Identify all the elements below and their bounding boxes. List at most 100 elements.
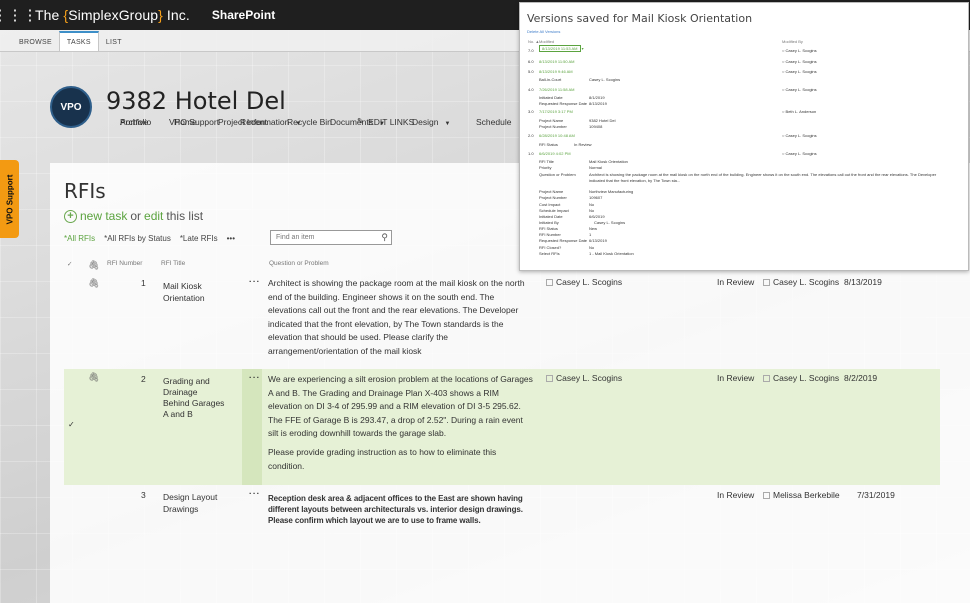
field-value: 109408 bbox=[589, 124, 603, 129]
field-label: RFI Title bbox=[539, 159, 554, 164]
initiated-by[interactable]: Casey L. Scogins bbox=[763, 277, 839, 287]
assigned-to[interactable]: Casey L. Scogins bbox=[546, 277, 622, 287]
edit-list-link[interactable]: edit bbox=[144, 209, 163, 223]
rfi-date: 7/31/2019 bbox=[857, 490, 895, 500]
rfi-title[interactable]: Mail Kiosk Orientation bbox=[163, 280, 205, 304]
field-label: Project Name bbox=[539, 118, 564, 123]
site-title[interactable]: 9382 Hotel Del bbox=[106, 87, 286, 115]
rfi-title[interactable]: Grading and Drainage Behind Garages A an… bbox=[163, 376, 224, 420]
tab-browse[interactable]: BROWSE bbox=[12, 33, 59, 51]
version-number: 7.0 bbox=[528, 48, 534, 53]
version-link[interactable]: 8/13/2019 9:46 AM bbox=[539, 69, 573, 74]
field-label: RFI Closed? bbox=[539, 245, 562, 250]
row-checkmark-icon[interactable]: ✓ bbox=[68, 420, 75, 429]
presence-icon bbox=[763, 492, 770, 499]
question-text: Architect is showing the package room at… bbox=[268, 277, 533, 359]
delete-all-versions-link[interactable]: Delete All Versions bbox=[527, 29, 560, 34]
item-menu-button[interactable]: ··· bbox=[249, 276, 261, 286]
new-task-link[interactable]: new task bbox=[80, 209, 127, 223]
attachment-header-icon: 🖇 bbox=[88, 260, 100, 270]
field-value: 9382 Hotel Del bbox=[589, 118, 616, 123]
version-number: 4.0 bbox=[528, 87, 534, 92]
field-label: Cost Impact bbox=[539, 202, 561, 207]
field-value: Architect is showing the package room at… bbox=[589, 172, 937, 177]
field-value: 109607 bbox=[589, 195, 603, 200]
version-link[interactable]: 7/26/2019 11:58 AM bbox=[539, 87, 575, 92]
nav-vpo-support[interactable]: VPO Support bbox=[169, 117, 240, 127]
field-label: Requested Response Date bbox=[539, 101, 588, 106]
field-value: No bbox=[589, 245, 595, 250]
row-selection-bar bbox=[242, 369, 262, 485]
field-value: 1 bbox=[589, 232, 592, 237]
version-col-no[interactable]: No. ▲ bbox=[528, 39, 539, 44]
nav-recent[interactable]: Recent bbox=[240, 117, 287, 127]
initiated-name: Melissa Berkebile bbox=[773, 490, 840, 500]
view-selector: *All RFIs *All RFIs by Status *Late RFIs… bbox=[64, 234, 235, 243]
item-menu-button[interactable]: ··· bbox=[249, 488, 261, 498]
question-paragraph: Reception desk area & adjacent offices t… bbox=[268, 494, 523, 525]
vpo-support-tab[interactable]: VPO Support bbox=[0, 160, 19, 238]
field-label: Priority bbox=[539, 165, 552, 170]
column-rfi-number[interactable]: RFI Number bbox=[107, 260, 142, 267]
tab-tasks[interactable]: TASKS bbox=[58, 31, 99, 51]
app-name[interactable]: SharePoint bbox=[212, 8, 275, 22]
version-number: 1.0 bbox=[528, 151, 534, 156]
field-label: Schedule Impact bbox=[539, 208, 569, 213]
version-modified-by: ○ Casey L. Scogins bbox=[782, 87, 817, 92]
column-rfi-title[interactable]: RFI Title bbox=[161, 260, 185, 267]
vpo-support-label: VPO Support bbox=[5, 174, 14, 224]
brand-name[interactable]: The {SimplexGroup} Inc. bbox=[35, 7, 190, 23]
version-col-modified-by[interactable]: Modified By bbox=[782, 39, 803, 44]
field-label: Project Number bbox=[539, 124, 567, 129]
view-late-rfis[interactable]: *Late RFIs bbox=[180, 234, 218, 243]
version-author: Casey L. Scogins bbox=[785, 59, 817, 64]
version-link[interactable]: 7/17/2019 3:17 PM bbox=[539, 109, 573, 114]
field-value: 6/6/2019 bbox=[589, 214, 605, 219]
version-col-modified[interactable]: Modified bbox=[539, 39, 554, 44]
version-author: Casey L. Scogins bbox=[785, 48, 817, 53]
table-row[interactable]: 🖇 1 Mail Kiosk Orientation ··· Architect… bbox=[64, 275, 940, 369]
rfi-number: 3 bbox=[141, 490, 146, 500]
question-text: We are experiencing a silt erosion probl… bbox=[268, 373, 533, 473]
version-link[interactable]: 6/6/2019 4:02 PM bbox=[539, 151, 571, 156]
nav-recycle-bin[interactable]: Recycle Bin bbox=[287, 117, 357, 127]
field-value: Mail Kiosk Orientation bbox=[589, 159, 628, 164]
version-author: Casey L. Scogins bbox=[785, 151, 817, 156]
column-question[interactable]: Question or Problem bbox=[269, 260, 329, 267]
initiated-by[interactable]: Melissa Berkebile bbox=[763, 490, 840, 500]
version-history-dialog: Versions saved for Mail Kiosk Orientatio… bbox=[519, 2, 969, 271]
rfi-title[interactable]: Design Layout Drawings bbox=[163, 491, 217, 515]
attachment-icon[interactable]: 🖇 bbox=[88, 372, 99, 383]
item-menu-button[interactable]: ··· bbox=[249, 372, 261, 382]
version-link[interactable]: 6/28/2019 10:48 AM bbox=[539, 133, 575, 138]
app-launcher-icon[interactable]: ⋮⋮⋮ bbox=[0, 0, 38, 30]
attachment-icon[interactable]: 🖇 bbox=[88, 278, 99, 289]
rfi-status: In Review bbox=[717, 277, 755, 287]
edit-links-button[interactable]: ✎ EDIT LINKS bbox=[357, 116, 414, 127]
tab-list[interactable]: LIST bbox=[99, 33, 129, 51]
assigned-to[interactable]: Casey L. Scogins bbox=[546, 373, 622, 383]
version-number: 3.0 bbox=[528, 109, 534, 114]
add-icon[interactable]: + bbox=[64, 209, 77, 223]
view-all-rfis-by-status[interactable]: *All RFIs by Status bbox=[104, 234, 171, 243]
version-link[interactable]: 8/13/2019 11:53 AM ▾ bbox=[539, 45, 584, 52]
field-label: RFI Status bbox=[539, 142, 558, 147]
more-views-button[interactable]: ••• bbox=[227, 234, 235, 243]
search-input[interactable]: Find an item ⚲ bbox=[270, 230, 392, 245]
site-logo[interactable]: VPO bbox=[50, 86, 92, 128]
field-value: 1 - Mail Kiosk Orientation bbox=[589, 251, 634, 256]
field-label: RFI Number bbox=[539, 232, 561, 237]
initiated-name: Casey L. Scogins bbox=[773, 373, 840, 383]
nav-archive[interactable]: Archive bbox=[120, 117, 169, 127]
rfi-date: 8/13/2019 bbox=[844, 277, 882, 287]
version-link[interactable]: 8/13/2019 11:50 AM bbox=[539, 59, 575, 64]
select-all-checkmark-icon[interactable]: ✓ bbox=[67, 260, 72, 268]
initiated-name: Casey L. Scogins bbox=[773, 277, 840, 287]
table-row[interactable]: 3 Design Layout Drawings ··· Reception d… bbox=[64, 485, 940, 535]
initiated-by[interactable]: Casey L. Scogins bbox=[763, 373, 839, 383]
search-icon[interactable]: ⚲ bbox=[381, 232, 388, 243]
field-label: Project Number bbox=[539, 195, 567, 200]
view-all-rfis[interactable]: *All RFIs bbox=[64, 234, 95, 243]
table-row-selected[interactable]: ✓ 🖇 2 Grading and Drainage Behind Garage… bbox=[64, 369, 940, 485]
version-modified-by: ○ Casey L. Scogins bbox=[782, 69, 817, 74]
